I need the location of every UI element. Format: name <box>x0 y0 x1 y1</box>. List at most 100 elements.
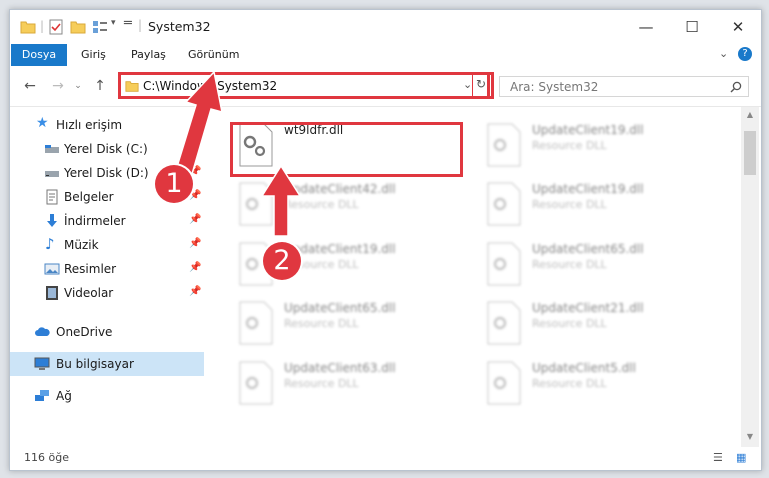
recent-locations-icon[interactable]: ⌄ <box>70 78 86 94</box>
scroll-up-icon[interactable]: ▲ <box>741 107 759 123</box>
sidebar-item-this-pc[interactable]: Bu bilgisayar <box>10 352 204 376</box>
address-row: ← → ⌄ ↑ C:\Windows\System32 ⌄ ↻ Ara: Sys… <box>10 66 761 107</box>
tab-home[interactable]: Giriş <box>81 44 106 66</box>
file-type: Resource DLL <box>284 198 359 211</box>
new-folder-icon[interactable] <box>70 19 86 35</box>
tab-share[interactable]: Paylaş <box>131 44 166 66</box>
scroll-thumb[interactable] <box>744 131 756 175</box>
explorer-window: | ▾ ═ | System32 — ☐ ✕ Dosya Giriş Payla… <box>9 9 762 471</box>
address-dropdown-icon[interactable]: ⌄ <box>463 78 472 91</box>
address-bar[interactable]: C:\Windows\System32 ⌄ <box>118 72 490 99</box>
file-item[interactable]: UpdateClient21.dll Resource DLL <box>482 297 722 355</box>
dll-file-icon <box>487 361 521 405</box>
details-view-icon[interactable]: ☰ <box>713 451 723 464</box>
sidebar-item-downloads[interactable]: İndirmeler 📌 <box>10 209 204 233</box>
pictures-icon <box>44 263 60 275</box>
ribbon-tabs: Dosya Giriş Paylaş Görünüm ⌄ ? <box>10 44 761 66</box>
properties-icon[interactable] <box>48 19 64 35</box>
ribbon-expand-icon[interactable]: ⌄ <box>719 47 728 60</box>
step-2-badge: 2 <box>263 242 301 280</box>
file-type: Resource DLL <box>532 139 607 152</box>
file-item[interactable]: UpdateClient5.dll Resource DLL <box>482 357 722 415</box>
selected-file-highlight <box>230 122 463 177</box>
minimize-button[interactable]: — <box>623 10 669 44</box>
large-icons-view-icon[interactable]: ▦ <box>736 451 746 464</box>
file-name: UpdateClient19.dll <box>532 182 644 196</box>
sidebar-item-label: İndirmeler <box>64 214 126 228</box>
forward-button[interactable]: → <box>50 78 66 94</box>
file-name: UpdateClient42.dll <box>284 182 396 196</box>
refresh-button[interactable]: ↻ <box>472 72 494 99</box>
up-button[interactable]: ↑ <box>92 78 108 94</box>
scroll-down-icon[interactable]: ▼ <box>741 429 759 445</box>
sidebar-item-videos[interactable]: Videolar 📌 <box>10 281 204 305</box>
sidebar-item-music[interactable]: ♪ Müzik 📌 <box>10 233 204 257</box>
sidebar-item-drive-c[interactable]: Yerel Disk (C:) 📌 <box>10 137 204 161</box>
file-name: UpdateClient21.dll <box>532 301 644 315</box>
file-name: UpdateClient65.dll <box>284 301 396 315</box>
file-type: Resource DLL <box>532 258 607 271</box>
sidebar-item-label: Belgeler <box>64 190 114 204</box>
pin-icon[interactable]: 📌 <box>189 142 201 153</box>
pin-icon[interactable]: 📌 <box>189 214 201 225</box>
file-type: Resource DLL <box>532 317 607 330</box>
network-icon <box>35 390 49 401</box>
sidebar-item-label: Yerel Disk (C:) <box>64 142 148 156</box>
qat-dropdown-icon[interactable]: ▾ <box>111 18 116 28</box>
computer-icon <box>34 357 50 370</box>
search-placeholder: Ara: System32 <box>510 80 599 94</box>
download-icon <box>47 214 57 227</box>
close-button[interactable]: ✕ <box>715 10 761 44</box>
dll-file-icon <box>487 301 521 345</box>
title-bar: | ▾ ═ | System32 — ☐ ✕ <box>10 10 761 44</box>
file-type: Resource DLL <box>532 198 607 211</box>
pin-icon[interactable]: 📌 <box>189 238 201 249</box>
back-button[interactable]: ← <box>22 78 38 94</box>
tab-file[interactable]: Dosya <box>11 44 67 66</box>
file-type: Resource DLL <box>284 377 359 390</box>
step-1-badge: 1 <box>155 165 193 203</box>
video-icon <box>46 286 58 300</box>
dll-file-icon <box>487 123 521 167</box>
dll-file-icon <box>239 182 273 226</box>
pin-icon[interactable]: 📌 <box>189 262 201 273</box>
sidebar-item-network[interactable]: Ağ <box>10 384 204 408</box>
address-path: C:\Windows\System32 <box>143 79 278 93</box>
pin-icon[interactable]: 📌 <box>189 286 201 297</box>
dll-file-icon <box>239 361 273 405</box>
file-item[interactable]: UpdateClient42.dll Resource DLL <box>234 178 474 236</box>
file-item[interactable]: UpdateClient19.dll Resource DLL <box>482 119 722 177</box>
customize-qat-icon[interactable]: ═ <box>124 16 132 31</box>
sidebar-item-onedrive[interactable]: OneDrive <box>10 320 204 344</box>
file-name: UpdateClient5.dll <box>532 361 636 375</box>
dll-file-icon <box>239 301 273 345</box>
file-name: UpdateClient19.dll <box>284 242 396 256</box>
vertical-scrollbar[interactable]: ▲ ▼ <box>741 107 759 447</box>
tab-view[interactable]: Görünüm <box>188 44 239 66</box>
file-name: UpdateClient19.dll <box>532 123 644 137</box>
file-item[interactable]: UpdateClient65.dll Resource DLL <box>234 297 474 355</box>
file-item[interactable]: UpdateClient63.dll Resource DLL <box>234 357 474 415</box>
file-item[interactable]: UpdateClient19.dll Resource DLL <box>482 178 722 236</box>
sidebar-item-label: Bu bilgisayar <box>56 357 134 371</box>
music-icon: ♪ <box>45 235 55 253</box>
drive-icon <box>45 145 59 153</box>
sidebar-item-label: Resimler <box>64 262 117 276</box>
maximize-button[interactable]: ☐ <box>669 10 715 44</box>
documents-icon <box>46 189 58 205</box>
file-type: Resource DLL <box>532 377 607 390</box>
item-count: 116 öğe <box>24 451 69 464</box>
sidebar-item-label: Yerel Disk (D:) <box>64 166 149 180</box>
drive-icon <box>45 171 59 177</box>
sidebar-item-quick-access[interactable]: ★ Hızlı erişim <box>10 113 204 137</box>
file-name: UpdateClient63.dll <box>284 361 396 375</box>
sidebar-item-label: Müzik <box>64 238 99 252</box>
title-separator: | <box>138 18 143 32</box>
file-type: Resource DLL <box>284 317 359 330</box>
help-icon[interactable]: ? <box>738 47 752 61</box>
sidebar-item-pictures[interactable]: Resimler 📌 <box>10 257 204 281</box>
view-options-icon[interactable] <box>92 19 108 35</box>
search-input[interactable]: Ara: System32 <box>499 76 749 97</box>
file-item[interactable]: UpdateClient65.dll Resource DLL <box>482 238 722 296</box>
sidebar-item-label: Videolar <box>64 286 114 300</box>
